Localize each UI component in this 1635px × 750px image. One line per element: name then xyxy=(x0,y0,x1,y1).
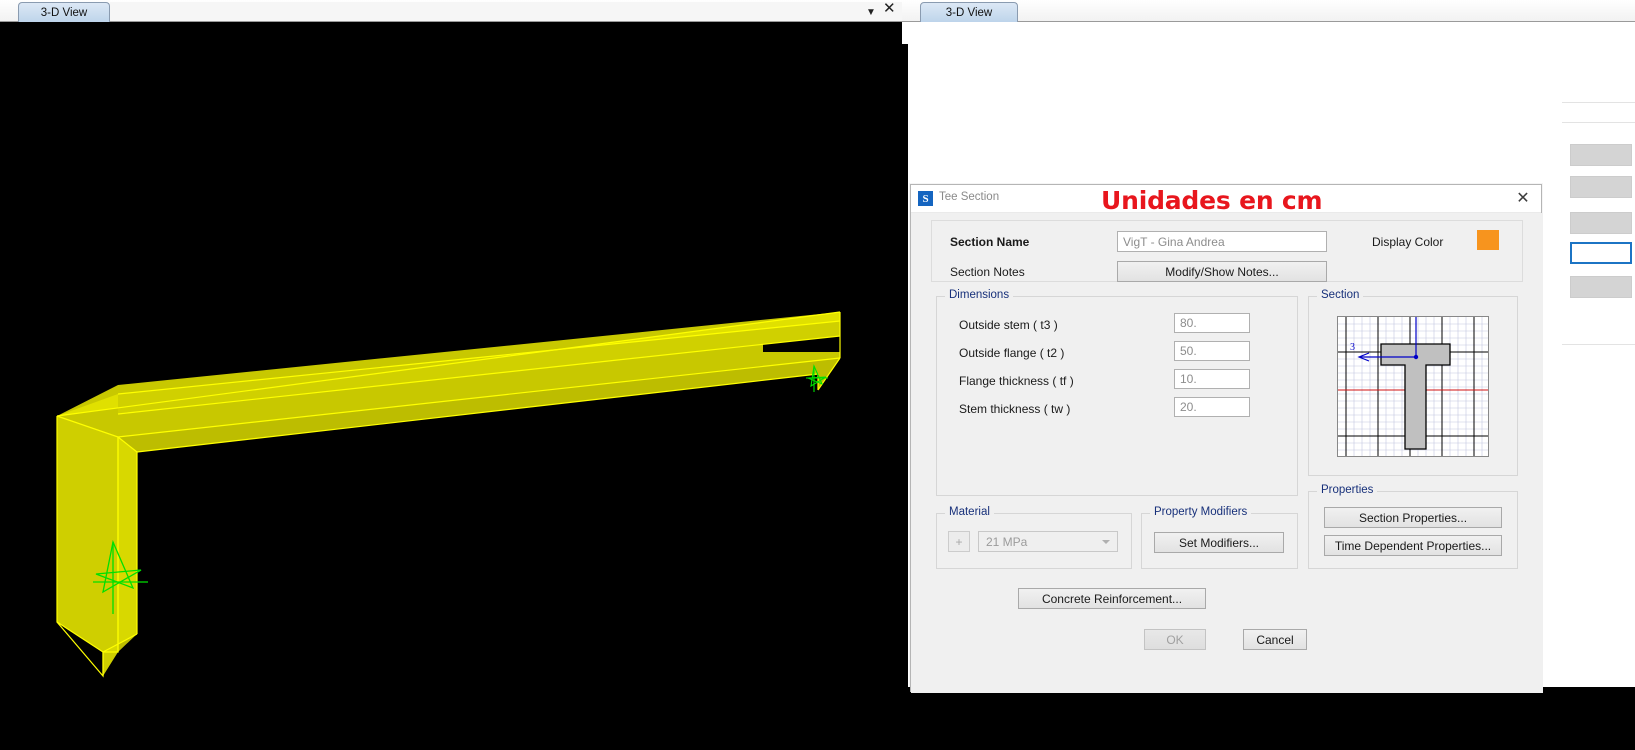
display-color-label: Display Color xyxy=(1372,235,1444,249)
app-icon: S xyxy=(918,191,933,206)
dimension-input-tw[interactable]: 20. xyxy=(1174,397,1250,417)
dimension-label-tf: Flange thickness ( tf ) xyxy=(959,374,1074,388)
list-item[interactable] xyxy=(1570,212,1632,234)
chevron-down-icon xyxy=(1102,539,1110,544)
chevron-down-icon[interactable]: ▼ xyxy=(866,5,876,21)
dialog-titlebar: S Tee Section Unidades en cm ✕ xyxy=(911,185,1541,215)
dialog-body: Section Name VigT - Gina Andrea Display … xyxy=(911,213,1543,693)
property-modifiers-group-title: Property Modifiers xyxy=(1150,506,1252,518)
right-tabstrip: 3-D View xyxy=(902,0,1635,23)
list-item[interactable] xyxy=(1570,144,1632,166)
section-preview-group-title: Section xyxy=(1317,289,1364,301)
side-panel-strip xyxy=(1562,44,1635,709)
section-notes-label: Section Notes xyxy=(950,265,1025,279)
divider xyxy=(1562,122,1635,123)
display-color-swatch[interactable] xyxy=(1477,230,1499,250)
dimensions-group-title: Dimensions xyxy=(945,289,1014,301)
divider xyxy=(1562,102,1635,103)
dialog-title: Tee Section xyxy=(939,191,1000,203)
section-identity-panel: Section Name VigT - Gina Andrea Display … xyxy=(931,220,1523,282)
dimension-input-t2[interactable]: 50. xyxy=(1174,341,1250,361)
left-tabstrip-filler xyxy=(110,2,902,22)
dimension-label-t2: Outside flange ( t2 ) xyxy=(959,346,1065,360)
left-view-window: 3-D View ▼ ✕ xyxy=(0,0,902,750)
divider xyxy=(1562,344,1635,345)
cancel-button[interactable]: Cancel xyxy=(1243,629,1307,650)
properties-group xyxy=(1308,491,1518,569)
section-preview-graphic: 3 xyxy=(1337,316,1489,457)
3d-viewport[interactable] xyxy=(0,22,902,750)
section-properties-button[interactable]: Section Properties... xyxy=(1324,507,1502,528)
material-select-value: 21 MPa xyxy=(986,534,1028,549)
dimension-label-tw: Stem thickness ( tw ) xyxy=(959,402,1071,416)
3d-beam-model xyxy=(56,311,841,678)
close-icon[interactable]: ✕ xyxy=(1513,189,1533,209)
ok-button[interactable]: OK xyxy=(1144,629,1206,650)
material-group-title: Material xyxy=(945,506,994,518)
list-item[interactable] xyxy=(1570,276,1632,298)
tab-label: 3-D View xyxy=(945,7,993,19)
application-window: 3-D View ▼ ✕ 3-D View S Tee Section Unid… xyxy=(0,0,1635,750)
dimension-input-tf[interactable]: 10. xyxy=(1174,369,1250,389)
left-tabstrip: 3-D View ▼ ✕ xyxy=(0,0,902,23)
units-annotation: Unidades en cm xyxy=(1101,186,1323,215)
section-name-input[interactable]: VigT - Gina Andrea xyxy=(1117,231,1327,252)
modify-show-notes-button[interactable]: Modify/Show Notes... xyxy=(1117,261,1327,282)
side-panel-header xyxy=(1562,44,1635,92)
section-name-label: Section Name xyxy=(950,235,1030,249)
dimension-label-t3: Outside stem ( t3 ) xyxy=(959,318,1058,332)
material-select[interactable]: 21 MPa xyxy=(978,531,1118,552)
add-material-button[interactable]: + xyxy=(948,531,970,552)
time-dependent-properties-button[interactable]: Time Dependent Properties... xyxy=(1324,535,1502,556)
list-item[interactable] xyxy=(1570,176,1632,198)
concrete-reinforcement-button[interactable]: Concrete Reinforcement... xyxy=(1018,588,1206,609)
close-icon[interactable]: ✕ xyxy=(883,1,896,17)
tab-3d-view-right[interactable]: 3-D View xyxy=(920,2,1018,23)
list-item-selected[interactable] xyxy=(1570,242,1632,264)
tab-label: 3-D View xyxy=(40,7,88,19)
right-window-left-border xyxy=(902,44,908,709)
tee-section-dialog: S Tee Section Unidades en cm ✕ Section N… xyxy=(910,184,1543,693)
svg-text:3: 3 xyxy=(1350,342,1355,353)
properties-group-title: Properties xyxy=(1317,484,1378,496)
tab-3d-view-left[interactable]: 3-D View xyxy=(18,2,110,23)
right-window-bottom-fill xyxy=(902,687,1635,750)
dimension-input-t3[interactable]: 80. xyxy=(1174,313,1250,333)
set-modifiers-button[interactable]: Set Modifiers... xyxy=(1154,532,1284,553)
